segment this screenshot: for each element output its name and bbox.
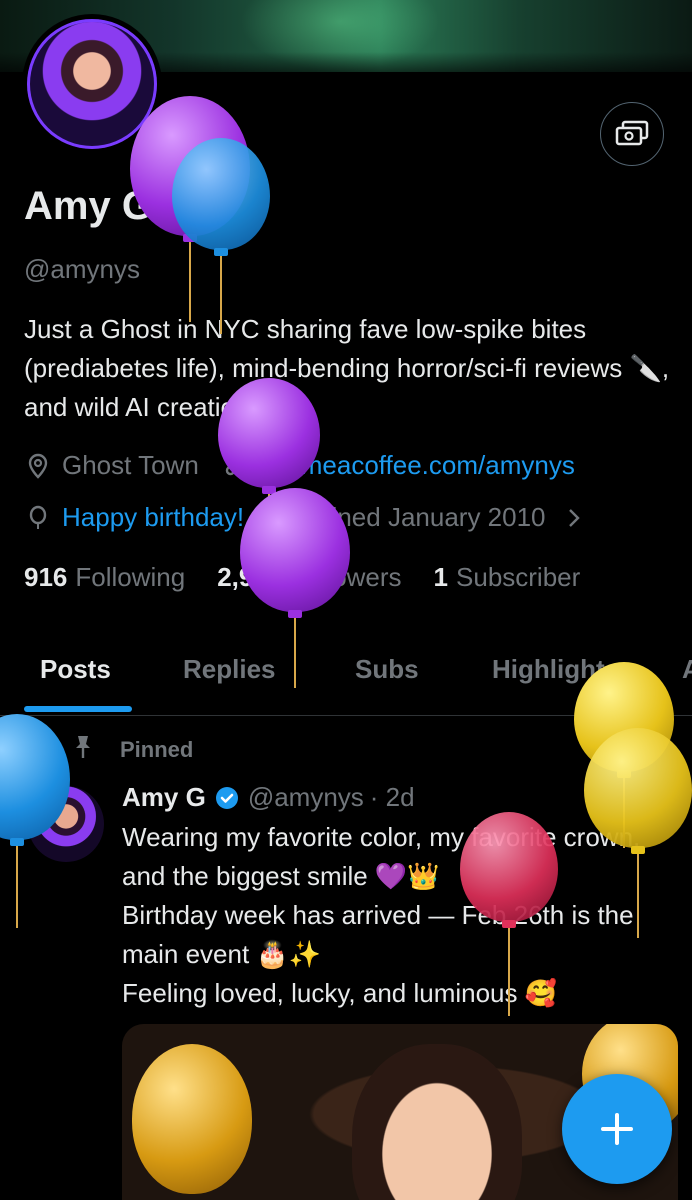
profile-meta-row-2: Happy birthday! Joined January 2010: [24, 502, 598, 533]
post-author-avatar[interactable]: [28, 786, 104, 862]
pin-icon: [72, 734, 94, 766]
tab-replies[interactable]: Replies: [183, 654, 276, 685]
active-tab-indicator: [24, 706, 132, 712]
profile-handle: @amynys: [24, 254, 140, 284]
avatar-image: [27, 19, 157, 149]
media-portrait: [352, 1044, 522, 1200]
tab-subs[interactable]: Subs: [355, 654, 419, 685]
tab-highlights[interactable]: Highlights: [492, 654, 619, 685]
verified-badge-icon: [214, 785, 240, 811]
tip-button[interactable]: [600, 102, 664, 166]
post-author-handle[interactable]: @amynys: [248, 782, 364, 813]
profile-joined: Joined January 2010: [304, 502, 546, 532]
pinned-text: Pinned: [120, 737, 194, 762]
profile-bio: Just a Ghost in NYC sharing fave low-spi…: [24, 314, 670, 422]
post-author-name[interactable]: Amy G: [122, 782, 206, 813]
following-stat[interactable]: 916 Following: [24, 562, 185, 593]
profile-tabs: Posts Replies Subs Highlights A: [0, 640, 692, 716]
post-time: · 2d: [369, 782, 415, 812]
profile-website-link[interactable]: buymeacoffee.com/amynys: [259, 450, 575, 481]
pinned-label: Pinned: [72, 734, 193, 766]
media-balloon-left: [132, 1044, 252, 1194]
link-icon: [221, 452, 249, 480]
post-header: Amy G @amynys · 2d: [122, 782, 415, 813]
compose-button[interactable]: [562, 1074, 672, 1184]
profile-birthday[interactable]: Happy birthday!: [62, 502, 244, 533]
calendar-icon: [266, 504, 294, 532]
chevron-right-icon[interactable]: [560, 504, 588, 532]
profile-name: Amy G: [24, 184, 153, 228]
profile-meta-row-1: Ghost Town buymeacoffee.com/amynys: [24, 450, 575, 481]
profile-avatar[interactable]: [22, 14, 162, 154]
money-icon: [615, 120, 649, 146]
tab-articles[interactable]: A: [682, 654, 692, 685]
profile-location: Ghost Town: [62, 450, 199, 480]
followers-stat[interactable]: 2,938 Followers: [217, 562, 401, 593]
tab-posts[interactable]: Posts: [40, 654, 111, 685]
location-pin-icon: [24, 452, 52, 480]
balloon-icon: [24, 504, 52, 532]
subscriber-stat[interactable]: 1 Subscriber: [434, 562, 581, 593]
profile-stats: 916 Following 2,938 Followers 1 Subscriber: [24, 562, 612, 593]
plus-icon: [601, 1113, 633, 1145]
post-text: Wearing my favorite color, my favorite c…: [122, 822, 641, 1008]
